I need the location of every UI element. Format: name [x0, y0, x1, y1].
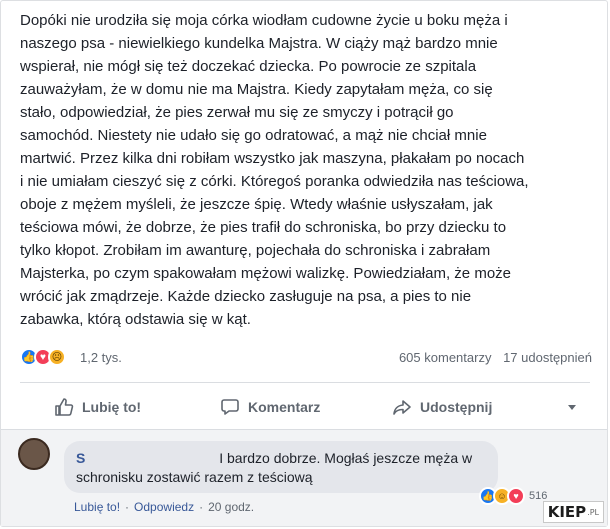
comment-button[interactable]: Komentarz: [220, 385, 320, 429]
comments-count[interactable]: 605 komentarzy: [399, 350, 492, 365]
audience-dropdown-button[interactable]: [566, 385, 586, 429]
watermark-brand: KIEP: [547, 503, 587, 521]
site-watermark-logo: KIEP .PL: [542, 501, 604, 523]
post-actions: Lubię to! Komentarz Udostępnij: [20, 385, 590, 429]
divider: [20, 382, 590, 383]
facebook-post: Dopóki nie urodziła się moja córka wiodł…: [0, 0, 608, 527]
comment-bubble: S I bardzo dobrze. Mogłaś jeszcze męża w…: [64, 441, 498, 493]
redacted-name: [85, 452, 216, 467]
comment-bubble-icon: [221, 399, 239, 415]
love-reaction-icon: ♥: [507, 487, 525, 505]
like-button-label: Lubię to!: [82, 399, 142, 415]
share-button[interactable]: Udostępnij: [392, 385, 492, 429]
commenter-name[interactable]: S: [76, 450, 85, 466]
watermark-tld: .PL: [587, 507, 599, 517]
caret-down-icon: [568, 405, 576, 410]
reactions-count[interactable]: 1,2 tys.: [80, 350, 122, 365]
thumbs-up-icon: [55, 398, 74, 416]
like-button[interactable]: Lubię to!: [54, 385, 141, 429]
commenter-avatar[interactable]: [18, 438, 50, 470]
divider: [1, 429, 607, 430]
share-button-label: Udostępnij: [420, 399, 493, 415]
comment-text-line1: I bardzo dobrze. Mogłaś jeszcze męża w: [219, 450, 473, 466]
sad-reaction-icon: ☹: [48, 348, 66, 366]
comment-like-link[interactable]: Lubię to!: [74, 500, 120, 514]
share-arrow-icon: [393, 400, 411, 415]
shares-count[interactable]: 17 udostępnień: [503, 350, 592, 365]
comment-timestamp[interactable]: 20 godz.: [208, 500, 254, 514]
comment-reply-link[interactable]: Odpowiedz: [134, 500, 194, 514]
comments-section: S I bardzo dobrze. Mogłaś jeszcze męża w…: [1, 429, 607, 526]
comment-text-line2: schronisku zostawić razem z teściową: [76, 469, 313, 485]
post-stats-bar: 👍 ♥ ☹ 1,2 tys. 605 komentarzy 17 udostęp…: [20, 347, 592, 369]
post-counts: 605 komentarzy 17 udostępnień: [399, 350, 592, 365]
comment-meta: Lubię to! · Odpowiedz · 20 godz.: [74, 500, 255, 514]
post-text: Dopóki nie urodziła się moja córka wiodł…: [20, 12, 529, 328]
comment-button-label: Komentarz: [248, 399, 321, 415]
